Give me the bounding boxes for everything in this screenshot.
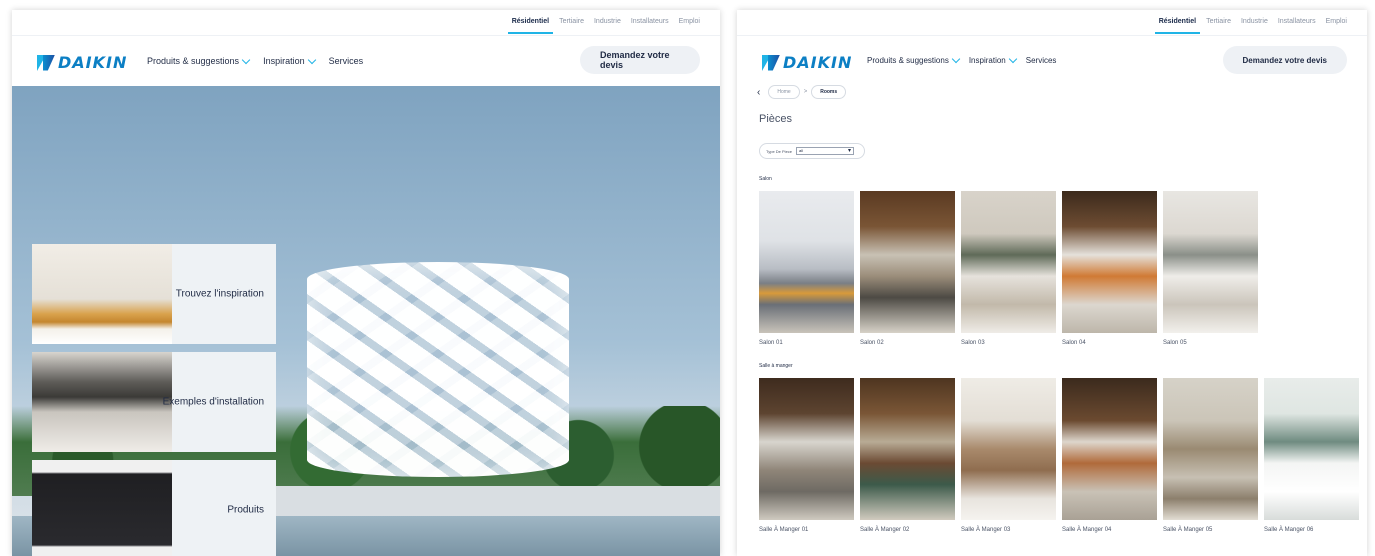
breadcrumb-separator: > <box>803 89 808 95</box>
menu: Produits & suggestions Inspiration Servi… <box>147 55 364 66</box>
room-type-select[interactable]: all <box>796 147 855 155</box>
chevron-down-icon <box>1008 54 1017 64</box>
daikin-logo[interactable]: DAIKIN <box>37 53 127 72</box>
utility-link-residentiel[interactable]: Résidentiel <box>1154 18 1201 34</box>
rooms-page-screenshot: Résidentiel Tertiaire Industrie Installa… <box>737 10 1367 556</box>
room-card[interactable]: Salle À Manger 04 <box>1062 378 1157 533</box>
room-card[interactable]: Salon 04 <box>1062 191 1157 346</box>
utility-link-installateurs[interactable]: Installateurs <box>631 18 669 32</box>
room-thumbnail <box>1163 378 1258 520</box>
room-card[interactable]: Salle À Manger 01 <box>759 378 854 533</box>
tile-installation-examples[interactable]: Exemples d'installation <box>32 352 276 452</box>
salon-grid: Salon 01 Salon 02 Salon 03 Salon 04 Salo… <box>759 191 1258 346</box>
nav-services[interactable]: Services <box>329 56 364 66</box>
back-arrow-icon[interactable]: ‹ <box>757 87 760 98</box>
utility-link-industrie[interactable]: Industrie <box>1241 18 1268 32</box>
room-thumbnail <box>860 191 955 333</box>
main-nav: DAIKIN Produits & suggestions Inspiratio… <box>12 36 720 86</box>
chevron-down-icon <box>241 55 251 64</box>
menu: Produits & suggestions Inspiration Servi… <box>867 54 1057 65</box>
tile-products[interactable]: Produits <box>32 460 276 556</box>
utility-nav: Résidentiel Tertiaire Industrie Installa… <box>12 10 720 36</box>
room-card[interactable]: Salon 03 <box>961 191 1056 346</box>
room-card[interactable]: Salle À Manger 06 <box>1264 378 1359 533</box>
dining-grid: Salle À Manger 01 Salle À Manger 02 Sall… <box>759 378 1359 533</box>
room-card[interactable]: Salle À Manger 02 <box>860 378 955 533</box>
room-card[interactable]: Salon 05 <box>1163 191 1258 346</box>
room-thumbnail <box>1062 191 1157 333</box>
room-thumbnail <box>759 378 854 520</box>
main-nav: DAIKIN Produits & suggestions Inspiratio… <box>737 36 1367 86</box>
breadcrumb-rooms: Rooms <box>811 85 847 99</box>
daikin-logo[interactable]: DAIKIN <box>762 53 852 72</box>
chevron-down-icon <box>951 54 961 64</box>
quote-button[interactable]: Demandez votre devis <box>580 46 700 74</box>
utility-link-industrie[interactable]: Industrie <box>594 18 621 32</box>
utility-nav: Résidentiel Tertiaire Industrie Installa… <box>737 10 1367 36</box>
room-thumbnail <box>1062 378 1157 520</box>
room-type-filter: Type De Piece all <box>759 143 865 159</box>
utility-link-tertiaire[interactable]: Tertiaire <box>559 18 584 32</box>
filter-label: Type De Piece <box>766 148 793 154</box>
nav-products[interactable]: Produits & suggestions <box>147 55 251 66</box>
nav-products[interactable]: Produits & suggestions <box>867 54 961 65</box>
room-thumbnail <box>1264 378 1359 520</box>
tile-products-image <box>32 460 172 556</box>
section-label-dining: Salle à manger <box>759 363 793 369</box>
hero-building-image <box>307 262 569 477</box>
breadcrumb-home[interactable]: Home <box>768 85 800 99</box>
quote-button[interactable]: Demandez votre devis <box>1222 46 1347 74</box>
room-thumbnail <box>860 378 955 520</box>
tile-inspiration-image <box>32 244 172 344</box>
utility-link-tertiaire[interactable]: Tertiaire <box>1206 18 1231 32</box>
room-thumbnail <box>961 378 1056 520</box>
daikin-logo-icon <box>37 54 55 71</box>
room-card[interactable]: Salle À Manger 03 <box>961 378 1056 533</box>
room-card[interactable]: Salle À Manger 05 <box>1163 378 1258 533</box>
nav-inspiration[interactable]: Inspiration <box>263 55 316 66</box>
room-thumbnail <box>759 191 854 333</box>
tile-installation-image <box>32 352 172 452</box>
daikin-logo-icon <box>762 54 780 71</box>
room-card[interactable]: Salon 02 <box>860 191 955 346</box>
utility-link-emploi[interactable]: Emploi <box>679 18 700 32</box>
nav-services[interactable]: Services <box>1026 56 1057 65</box>
utility-link-residentiel[interactable]: Résidentiel <box>507 18 554 34</box>
room-card[interactable]: Salon 01 <box>759 191 854 346</box>
room-thumbnail <box>961 191 1056 333</box>
homepage-screenshot: Résidentiel Tertiaire Industrie Installa… <box>12 10 720 556</box>
page-title: Pièces <box>759 113 793 125</box>
utility-link-emploi[interactable]: Emploi <box>1326 18 1347 32</box>
tile-inspiration[interactable]: Trouvez l'inspiration <box>32 244 276 344</box>
room-thumbnail <box>1163 191 1258 333</box>
utility-link-installateurs[interactable]: Installateurs <box>1278 18 1316 32</box>
section-label-salon: Salon <box>759 176 772 182</box>
nav-inspiration[interactable]: Inspiration <box>969 54 1017 65</box>
breadcrumb: ‹ Home > Rooms <box>757 85 847 99</box>
chevron-down-icon <box>307 55 316 64</box>
